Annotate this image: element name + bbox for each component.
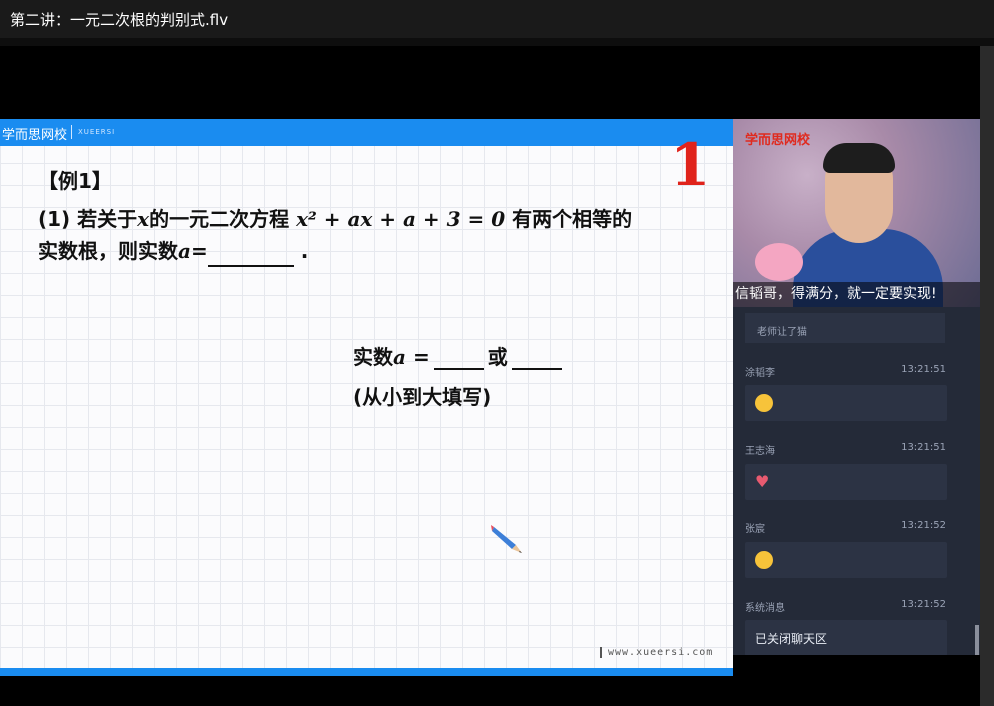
chat-message-time: 13:21:51: [901, 364, 946, 375]
chat-message-author: 涂韬李: [745, 368, 775, 379]
chat-message-bubble: [745, 385, 947, 421]
brand-sub-text: XUEERSI: [78, 128, 116, 136]
slide-number: 1: [670, 131, 711, 199]
pencil-icon: [491, 525, 522, 553]
answer-prefix: 实数: [353, 345, 393, 369]
example-label: 【例1】: [38, 169, 112, 193]
pig-sticker-icon: [755, 243, 803, 281]
answer-var: a: [393, 345, 406, 369]
smile-emoji-icon: [755, 394, 773, 412]
question-var: x: [137, 207, 150, 231]
chat-message-text: 已关闭聊天区: [755, 632, 828, 646]
chat-message-author: 系统消息: [745, 603, 785, 614]
teacher-webcam: 学而思网校 信韬哥，得满分，就一定要实现!: [733, 119, 980, 307]
answer-blank: [207, 245, 294, 267]
window-scrollbar[interactable]: [980, 46, 994, 706]
chat-panel[interactable]: 老师让了猫 涂韬李 13:21:51 王志海 13:21:51 ♥ 张宸 13:…: [733, 307, 980, 655]
answer-blank-1: [433, 350, 484, 370]
question-prefix: (1) 若关于: [38, 207, 138, 231]
slide-header: 学而思网校 XUEERSI: [0, 119, 733, 146]
video-top-border: [0, 38, 994, 46]
window-title: 第二讲：一元二次根的判别式.flv: [10, 11, 229, 29]
answer-eq: =: [412, 345, 430, 369]
question-line2-eq: =: [190, 239, 208, 263]
chat-message-time: 13:21:52: [901, 520, 946, 531]
brand-separator: [71, 125, 72, 139]
chat-message-author: 张宸: [745, 524, 765, 535]
chat-message-time: 13:21:51: [901, 442, 946, 453]
chat-message-bubble: ♥: [745, 464, 947, 500]
chat-message-partial: 老师让了猫: [745, 313, 945, 343]
question-end: .: [300, 239, 309, 263]
teacher-hair: [823, 143, 895, 173]
chat-message-author: 王志海: [745, 446, 775, 457]
chat-message-bubble: 已关闭聊天区: [745, 620, 947, 655]
answer-line: 实数a = 或: [353, 341, 566, 370]
webcam-caption: 信韬哥，得满分，就一定要实现!: [733, 282, 980, 307]
question-mid: 的一元二次方程: [149, 207, 290, 231]
question-line2-prefix: 实数根，则实数: [38, 239, 178, 263]
question-line2-var: a: [178, 239, 191, 263]
chat-message-time: 13:21:52: [901, 599, 946, 610]
brand-logo-text: 学而思网校: [2, 128, 68, 143]
website-url: www.xueersi.com: [600, 647, 713, 658]
question-text: (1) 若关于x的一元二次方程 x² + ax + a + 3 = 0 有两个相…: [38, 203, 698, 267]
chat-partial-text: 老师让了猫: [757, 327, 807, 338]
lecture-slide: 学而思网校 XUEERSI 1 【例1】 (1) 若关于x的一元二次方程 x² …: [0, 119, 733, 676]
answer-or: 或: [487, 345, 508, 369]
smile-emoji-icon: [755, 551, 773, 569]
slide-footer-bar: [0, 668, 733, 676]
video-bottom-border: [0, 676, 980, 706]
question-equation: x² + ax + a + 3 = 0: [296, 207, 506, 231]
window-titlebar: 第二讲：一元二次根的判别式.flv: [0, 0, 994, 38]
answer-blank-2: [511, 350, 562, 370]
chat-scrollbar-thumb[interactable]: [975, 625, 979, 655]
webcam-logo: 学而思网校: [745, 133, 811, 148]
heart-emoji-icon: ♥: [755, 472, 770, 491]
question-suffix: 有两个相等的: [512, 207, 633, 231]
chat-message-bubble: [745, 542, 947, 578]
answer-hint: (从小到大填写): [353, 385, 492, 409]
